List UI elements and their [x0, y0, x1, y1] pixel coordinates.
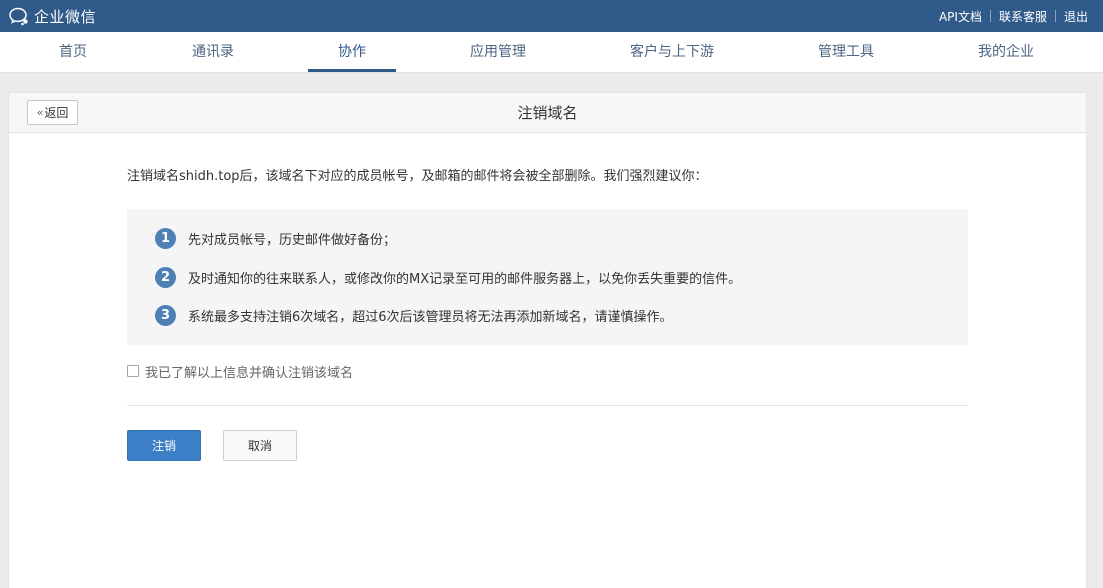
wework-logo-icon	[9, 7, 28, 26]
tips-box: 1 先对成员帐号，历史邮件做好备份； 2 及时通知你的往来联系人，或修改你的MX…	[127, 209, 968, 345]
tip-text: 先对成员帐号，历史邮件做好备份；	[188, 232, 397, 248]
brand[interactable]: 企业微信	[8, 0, 96, 32]
nav-item-collaboration[interactable]: 协作	[308, 32, 396, 72]
tip-text: 及时通知你的往来联系人，或修改你的MX记录至可用的邮件服务器上，以免你丢失重要的…	[188, 271, 742, 287]
confirm-checkbox-label[interactable]: 我已了解以上信息并确认注销该域名	[145, 362, 353, 381]
top-bar: 企业微信 API文档 联系客服 退出	[0, 0, 1103, 32]
tip-item: 2 及时通知你的往来联系人，或修改你的MX记录至可用的邮件服务器上，以免你丢失重…	[155, 266, 741, 288]
confirm-checkbox-row[interactable]: 我已了解以上信息并确认注销该域名	[127, 362, 353, 381]
step-number-badge: 2	[155, 266, 176, 288]
page-title: 注销域名	[517, 104, 578, 122]
nav-item-app-management[interactable]: 应用管理	[455, 32, 541, 72]
top-links: API文档 联系客服 退出	[939, 0, 1088, 32]
tip-item: 1 先对成员帐号，历史邮件做好备份；	[155, 227, 396, 249]
cancel-button[interactable]: 取消	[223, 430, 297, 461]
unregister-button[interactable]: 注销	[127, 430, 201, 461]
warning-intro: 注销域名shidh.top后，该域名下对应的成员帐号，及邮箱的邮件将会被全部删除…	[127, 169, 708, 184]
api-docs-link[interactable]: API文档	[939, 8, 982, 25]
nav-item-my-company[interactable]: 我的企业	[963, 32, 1049, 72]
confirm-checkbox[interactable]	[127, 365, 139, 377]
logout-link[interactable]: 退出	[1064, 8, 1088, 25]
step-number-badge: 3	[155, 304, 176, 326]
nav-item-contacts[interactable]: 通讯录	[178, 32, 248, 72]
nav-item-home[interactable]: 首页	[44, 32, 102, 72]
brand-name: 企业微信	[34, 7, 97, 26]
step-number-badge: 1	[155, 227, 176, 249]
contact-support-link[interactable]: 联系客服	[999, 8, 1047, 25]
main-nav: 首页 通讯录 协作 应用管理 客户与上下游 管理工具 我的企业	[0, 32, 1103, 73]
link-separator	[989, 10, 991, 22]
unregister-domain-panel: « 返回 注销域名 注销域名shidh.top后，该域名下对应的成员帐号，及邮箱…	[8, 92, 1087, 588]
divider	[127, 405, 968, 406]
link-separator	[1054, 10, 1056, 22]
tip-text: 系统最多支持注销6次域名，超过6次后该管理员将无法再添加新域名，请谨慎操作。	[188, 309, 673, 325]
panel-header: « 返回 注销域名	[9, 93, 1086, 133]
nav-item-admin-tools[interactable]: 管理工具	[803, 32, 889, 72]
nav-item-customers-partners[interactable]: 客户与上下游	[616, 32, 728, 72]
tip-item: 3 系统最多支持注销6次域名，超过6次后该管理员将无法再添加新域名，请谨慎操作。	[155, 304, 673, 326]
